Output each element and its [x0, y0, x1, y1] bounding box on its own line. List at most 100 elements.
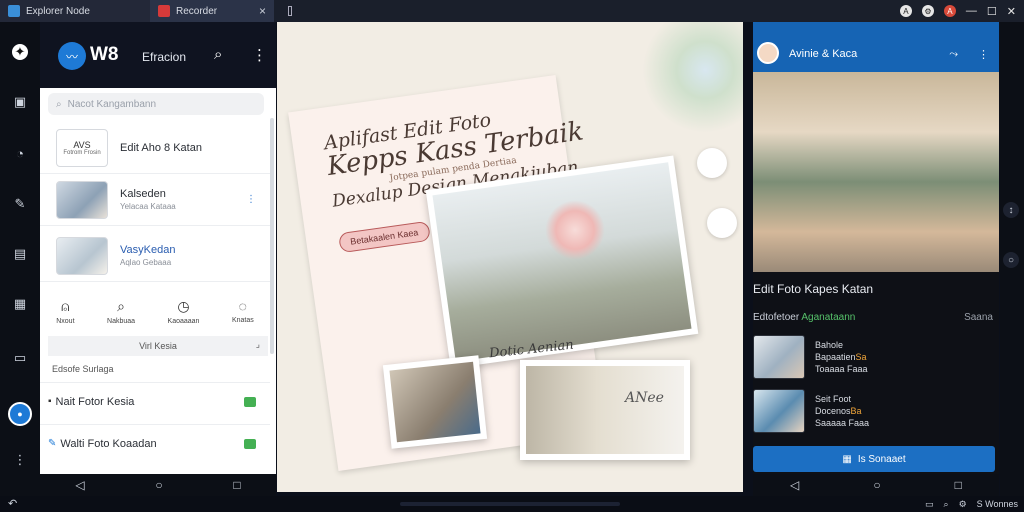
camera-icon[interactable]: ▣: [12, 94, 28, 110]
book-icon[interactable]: ▤: [12, 246, 28, 262]
action-button[interactable]: ⍝ Nxout: [56, 292, 74, 336]
item-highlight: Ba: [850, 406, 862, 416]
avatar[interactable]: ●: [8, 402, 32, 426]
chat-icon: ◌: [238, 298, 247, 314]
account-icon[interactable]: A: [899, 5, 912, 17]
more-vertical-icon[interactable]: ⋮: [978, 48, 989, 61]
list-item[interactable]: Kalseden Yelacaa Kataaa ⋮: [40, 174, 270, 226]
search-icon[interactable]: ⌕: [944, 499, 949, 510]
list-item[interactable]: ▪ Nait Fotor Kesia: [40, 382, 270, 420]
recents-icon[interactable]: □: [955, 478, 962, 492]
search-input[interactable]: ⌕ Nacot Kangambann: [48, 93, 264, 115]
list-item[interactable]: VasyKedan Aqlao Gebaaa: [40, 230, 270, 282]
search-icon[interactable]: ⌕: [214, 46, 222, 63]
flower-decoration: [617, 22, 743, 142]
home-icon[interactable]: ○: [155, 478, 162, 492]
list-item[interactable]: Seit Foot DocenosBa Saaaaa Faaa: [753, 388, 993, 434]
flower-decoration: [545, 200, 605, 260]
grid-icon[interactable]: ▦: [12, 296, 28, 312]
item-meta: Saaaaa Faaa: [815, 418, 870, 428]
window-icon: [288, 6, 292, 16]
logo-icon: 〰: [58, 42, 86, 70]
more-vertical-icon[interactable]: ⋮: [12, 452, 28, 468]
row-title: Walti Foto Koaadan: [60, 437, 157, 450]
back-icon[interactable]: ◁: [75, 478, 84, 492]
item-title: Seit Foot: [815, 394, 852, 404]
bullet-icon: ▪: [48, 396, 52, 407]
tab-explorer[interactable]: Explorer Node: [0, 0, 150, 22]
row-title: Kalseden: [120, 188, 166, 200]
photo: [432, 162, 692, 362]
thumbnail: [56, 180, 108, 219]
section-header: Edtofetoer Aganataann Saana: [753, 312, 993, 323]
image-icon[interactable]: ▭: [12, 350, 28, 366]
list-item[interactable]: AVS Fotrom Frosin Edit Aho 8 Katan: [40, 122, 270, 174]
tab-recorder[interactable]: Recorder ×: [150, 0, 274, 22]
close-window-icon[interactable]: ✕: [1007, 5, 1016, 18]
row-title: Edit Aho 8 Katan: [120, 141, 202, 154]
section-bar-label: Virl Kesia: [139, 341, 177, 351]
compass-icon[interactable]: ✦: [12, 44, 28, 60]
home-icon: [244, 396, 256, 407]
tab-new[interactable]: [280, 0, 300, 22]
more-vertical-icon[interactable]: ⋮: [246, 194, 256, 205]
right-edge: ↕ ○: [1000, 22, 1024, 496]
edit-icon: ✎: [48, 438, 57, 449]
photo-frame[interactable]: [382, 355, 488, 449]
photo: [526, 366, 684, 454]
home-icon[interactable]: ○: [873, 478, 880, 492]
scrollbar[interactable]: [270, 118, 274, 354]
edit-icon[interactable]: ✎: [12, 196, 28, 212]
more-vertical-icon[interactable]: ⋮: [252, 46, 267, 64]
close-icon[interactable]: ×: [259, 4, 266, 18]
see-all-link[interactable]: Saana: [964, 312, 993, 323]
row-badge-sub: Fotrom Frosin: [63, 149, 101, 156]
tab-label: Explorer Node: [26, 5, 90, 17]
item-subtitle: Docenos: [815, 406, 851, 416]
avatar[interactable]: [757, 42, 779, 64]
chat-icon[interactable]: ◔: [12, 146, 28, 162]
handle-icon[interactable]: ↕: [1003, 202, 1019, 218]
button-label: Is Sonaaet: [857, 453, 906, 465]
minimize-icon[interactable]: —: [966, 5, 977, 17]
primary-button[interactable]: ▦ Is Sonaaet: [753, 446, 995, 472]
section-highlight: Aganataann: [801, 312, 856, 323]
item-title: Bahole: [815, 340, 844, 350]
row-title: Nait Fotor Kesia: [55, 395, 135, 408]
sticker-icon[interactable]: [707, 208, 737, 238]
action-button[interactable]: ◌ Knatas: [232, 292, 254, 336]
page-title: Avinie & Kaca: [789, 48, 858, 60]
page-title: Efracion: [142, 50, 187, 64]
recents-icon[interactable]: □: [233, 478, 240, 492]
maximize-icon[interactable]: ☐: [987, 5, 997, 18]
design-canvas[interactable]: Aplifast Edit Foto Kepps Kass Terbaik Jo…: [277, 22, 743, 492]
back-icon[interactable]: ◁: [790, 478, 799, 492]
sticker-icon[interactable]: [697, 148, 727, 178]
photo-frame[interactable]: [425, 155, 699, 369]
photo-caption: ANee: [625, 390, 664, 406]
gear-icon[interactable]: ⚙: [959, 499, 967, 510]
row-subtitle: Aqlao Gebaaa: [120, 258, 172, 267]
list-item[interactable]: Bahole BapaatienSa Toaaaa Faaa: [753, 334, 993, 380]
tray: ▭ ⌕ ⚙ S Wonnes: [925, 496, 1018, 512]
list-item[interactable]: ✎ Walti Foto Koaadan: [40, 424, 270, 462]
right-app-panel: Avinie & Kaca ⤳ ⋮ Edit Foto Kapes Katan …: [753, 22, 999, 474]
action-button[interactable]: ⌕ Nakbuaa: [107, 292, 135, 336]
section-label: Edsofe Surlaga: [52, 364, 114, 374]
share-icon[interactable]: ⤳: [949, 48, 958, 61]
item-meta: Toaaaa Faaa: [815, 364, 868, 374]
settings-icon[interactable]: ⚙: [921, 5, 934, 17]
back-icon[interactable]: ↶: [8, 497, 17, 510]
action-button[interactable]: ◷ Kaoaaaan: [168, 292, 200, 336]
photo-frame[interactable]: [520, 360, 690, 460]
app-icon: [158, 5, 170, 17]
alert-icon[interactable]: A: [943, 5, 956, 17]
thumbnail: [753, 389, 805, 433]
section-bar[interactable]: Virl Kesia ⌟: [48, 336, 268, 356]
corner-icon: ⌟: [255, 339, 260, 349]
section-heading: Edit Foto Kapes Katan: [753, 282, 874, 296]
circle-icon[interactable]: ○: [1003, 252, 1019, 268]
monitor-icon[interactable]: ▭: [925, 499, 934, 510]
tab-label: Recorder: [176, 5, 218, 17]
hero-photo[interactable]: [753, 72, 999, 272]
